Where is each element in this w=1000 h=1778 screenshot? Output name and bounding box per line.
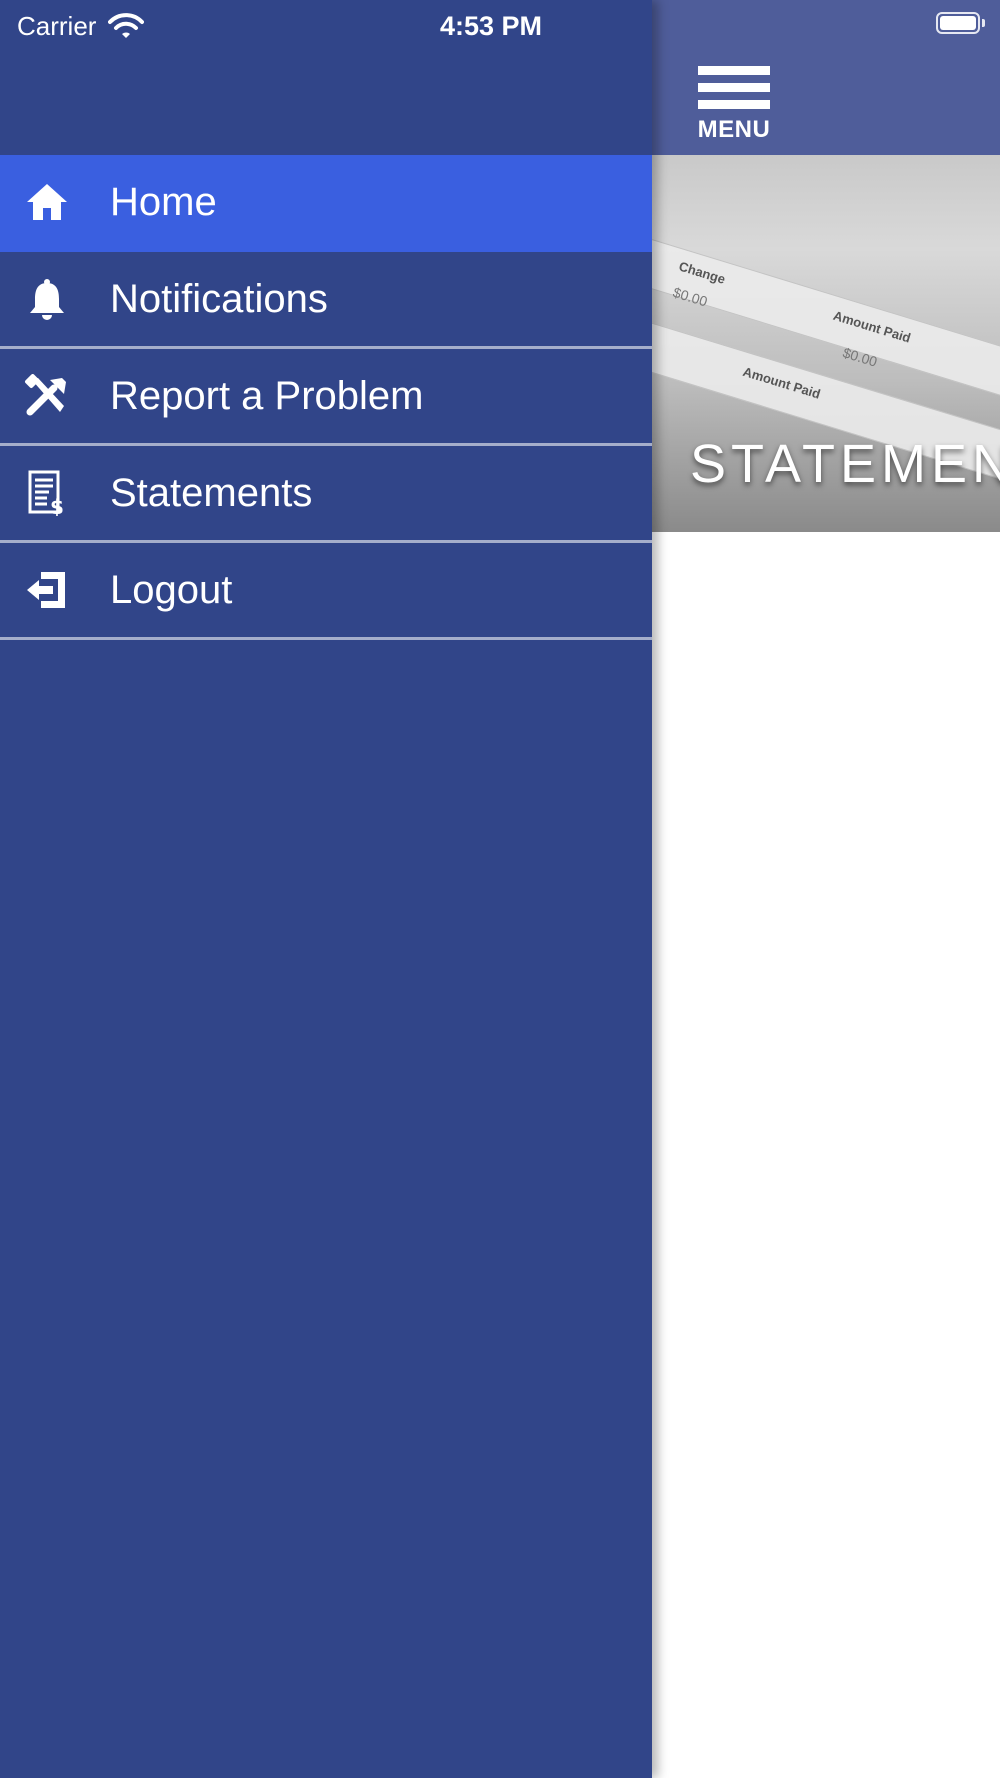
hamburger-bar [698, 100, 770, 109]
statements-banner[interactable]: Change $0.00 Amount Paid $0.00 Change $0… [652, 155, 1000, 532]
nav-label-statements: Statements [110, 470, 313, 515]
nav-label-report-problem: Report a Problem [110, 373, 424, 418]
nav-item-home[interactable]: Home [0, 155, 652, 252]
menu-button[interactable]: MENU [696, 64, 772, 144]
drawer-nav: Home Notifications Report a Problem $ St… [0, 155, 652, 640]
hamburger-icon [698, 66, 770, 75]
tools-icon [24, 373, 70, 419]
battery-icon [936, 12, 986, 36]
wifi-icon [108, 12, 145, 40]
app-header: MENU [652, 0, 1000, 155]
status-bar-left: Carrier [17, 10, 145, 42]
nav-item-logout[interactable]: Logout [0, 543, 652, 640]
side-drawer: Carrier 4:53 PM Home Notifications Repor… [0, 0, 652, 1778]
nav-label-logout: Logout [110, 567, 233, 612]
nav-label-notifications: Notifications [110, 276, 328, 321]
main-content: MENU Change $0.00 Amount Paid $0.00 Chan… [652, 0, 1000, 1778]
nav-item-report-problem[interactable]: Report a Problem [0, 349, 652, 446]
svg-text:$: $ [50, 495, 64, 516]
statement-icon: $ [24, 470, 70, 516]
home-icon [24, 179, 70, 225]
nav-item-notifications[interactable]: Notifications [0, 252, 652, 349]
logout-icon [24, 567, 70, 613]
nav-label-home: Home [110, 179, 217, 224]
bell-icon [24, 276, 70, 322]
nav-item-statements[interactable]: $ Statements [0, 446, 652, 543]
hamburger-bar [698, 83, 770, 92]
menu-label: MENU [697, 116, 771, 143]
status-time: 4:53 PM [440, 10, 543, 41]
banner-title: STATEMENTS [690, 434, 1000, 494]
carrier-label: Carrier [17, 10, 97, 41]
